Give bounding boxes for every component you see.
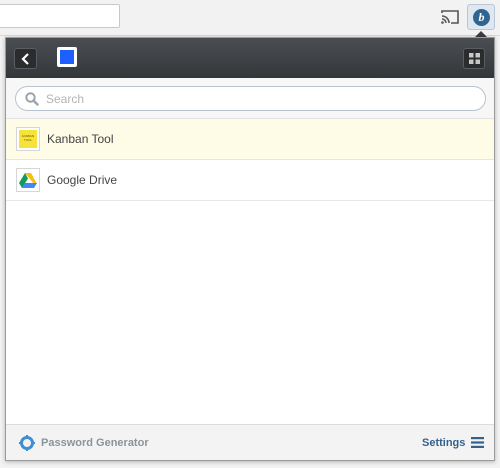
popup-header <box>6 38 494 78</box>
kanban-tool-logo-text: KANBAN TOOL <box>19 130 37 148</box>
search-box[interactable] <box>15 86 486 111</box>
list-item-label: Kanban Tool <box>47 132 114 146</box>
list-item-google-drive[interactable]: Google Drive <box>6 160 494 201</box>
chevron-left-icon <box>21 53 29 65</box>
grid-view-button[interactable] <box>463 48 485 69</box>
back-button[interactable] <box>14 48 37 69</box>
vault-icon[interactable] <box>57 47 77 67</box>
browser-toolbar: b <box>0 0 500 36</box>
list-item-kanban-tool[interactable]: KANBAN TOOL Kanban Tool <box>6 119 494 160</box>
hamburger-menu-icon[interactable] <box>471 437 484 448</box>
popup-footer: Password Generator Settings <box>6 424 494 460</box>
extension-logo-icon: b <box>473 9 490 26</box>
kanban-tool-logo-icon: KANBAN TOOL <box>16 127 40 151</box>
address-bar[interactable] <box>0 4 120 28</box>
settings-link[interactable]: Settings <box>422 437 465 449</box>
password-generator-link[interactable]: Password Generator <box>41 437 149 449</box>
cast-icon[interactable] <box>440 9 460 25</box>
site-list: KANBAN TOOL Kanban Tool Google Drive <box>6 119 494 201</box>
list-item-label: Google Drive <box>47 173 118 187</box>
google-drive-logo-icon <box>16 168 40 192</box>
search-area <box>6 78 494 119</box>
grid-icon <box>469 53 480 64</box>
extension-button[interactable]: b <box>467 4 495 30</box>
search-icon <box>25 92 39 106</box>
vault-color-swatch <box>60 50 74 64</box>
extension-popup: KANBAN TOOL Kanban Tool Google Drive Pas… <box>5 37 495 461</box>
search-input[interactable] <box>46 90 476 108</box>
gear-icon[interactable] <box>19 435 35 451</box>
